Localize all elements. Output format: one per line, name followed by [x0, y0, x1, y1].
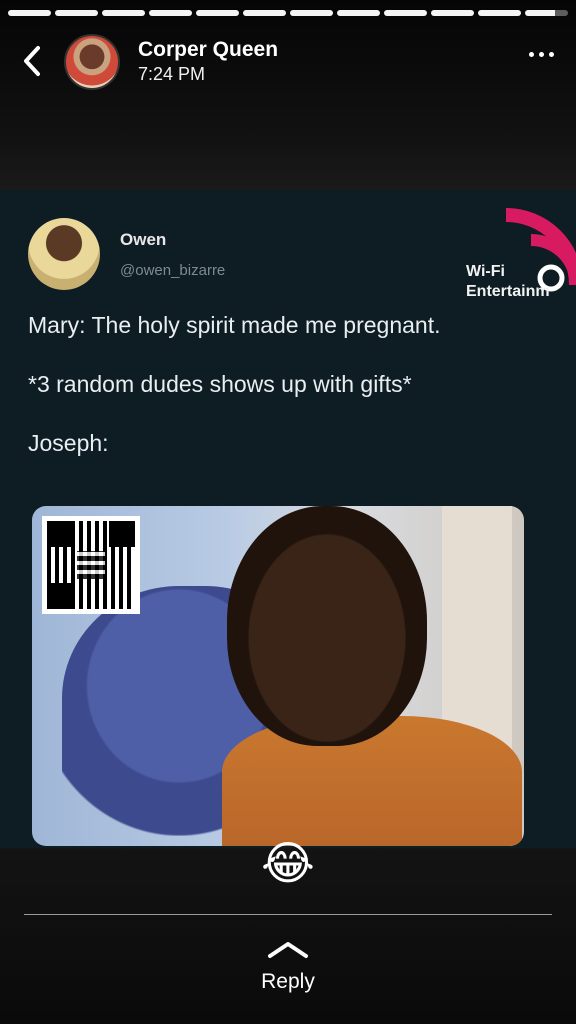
tweet-body: Mary: The holy spirit made me pregnant. … — [28, 310, 560, 487]
story-progress-segment — [8, 10, 51, 16]
chevron-up-icon[interactable] — [266, 940, 310, 960]
story-progress-segment — [337, 10, 380, 16]
reply-button[interactable]: Reply — [0, 970, 576, 994]
story-progress-segment — [384, 10, 427, 16]
story-progress-segment — [149, 10, 192, 16]
story-progress-segment — [525, 10, 568, 16]
more-dots-icon — [529, 52, 534, 57]
story-progress-segment — [243, 10, 286, 16]
story-timestamp: 7:24 PM — [138, 64, 206, 84]
tweet-image — [32, 506, 524, 846]
story-progress-segment — [478, 10, 521, 16]
tweet-line: Mary: The holy spirit made me pregnant. — [28, 312, 441, 338]
story-user-name[interactable]: Corper Queen — [138, 38, 278, 62]
tweet-author-handle: @owen_bizarre — [120, 262, 226, 279]
boy-head — [227, 506, 427, 746]
avatar[interactable] — [64, 34, 120, 90]
story-progress-segment — [102, 10, 145, 16]
wifi-watermark-line2: Entertainm — [466, 283, 550, 300]
wifi-watermark-line1: Wi-Fi — [466, 263, 505, 280]
tweet-line: Joseph: — [28, 430, 109, 456]
back-chevron-icon — [24, 46, 40, 76]
more-options-button[interactable] — [529, 52, 554, 57]
story-progress-segment — [431, 10, 474, 16]
story-header: Corper Queen 7:24 PM — [0, 32, 576, 92]
tweet-avatar — [28, 218, 100, 290]
tweet-line: *3 random dudes shows up with gifts* — [28, 371, 412, 397]
back-button[interactable] — [18, 42, 48, 80]
tweet-author-name: Owen — [120, 230, 167, 249]
wifi-watermark-text: Wi-Fi Entertainm — [466, 262, 550, 302]
footer-divider — [24, 914, 552, 915]
story-progress-segment — [290, 10, 333, 16]
qr-code-icon — [42, 516, 140, 614]
reaction-emoji[interactable]: 😂 — [261, 836, 315, 890]
story-progress-bar — [8, 10, 568, 16]
story-progress-segment — [55, 10, 98, 16]
story-progress-segment — [196, 10, 239, 16]
story-top-backdrop — [0, 0, 576, 190]
